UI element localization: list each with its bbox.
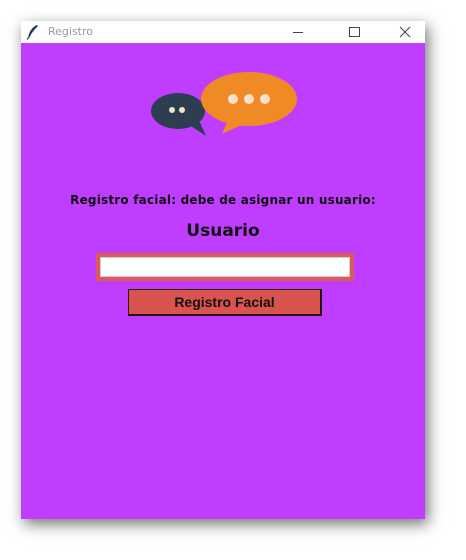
title-bar[interactable]: Registro <box>21 21 425 43</box>
username-field-frame <box>96 253 354 281</box>
maximize-button[interactable] <box>331 21 377 43</box>
maximize-icon <box>349 27 360 37</box>
close-button[interactable] <box>387 21 425 43</box>
username-input[interactable] <box>100 257 350 277</box>
close-icon <box>399 26 411 38</box>
registration-prompt: Registro facial: debe de asignar un usua… <box>70 193 376 207</box>
feather-icon <box>26 25 38 40</box>
minimize-icon <box>293 32 303 33</box>
chat-bubbles-icon <box>151 72 297 136</box>
minimize-button[interactable] <box>275 21 321 43</box>
window-title: Registro <box>48 25 94 38</box>
app-window: Registro Registro facial: debe de asigna… <box>21 21 425 519</box>
facial-registration-button[interactable]: Registro Facial <box>128 289 322 316</box>
username-label: Usuario <box>186 221 260 241</box>
window-content: Registro facial: debe de asignar un usua… <box>21 43 425 519</box>
